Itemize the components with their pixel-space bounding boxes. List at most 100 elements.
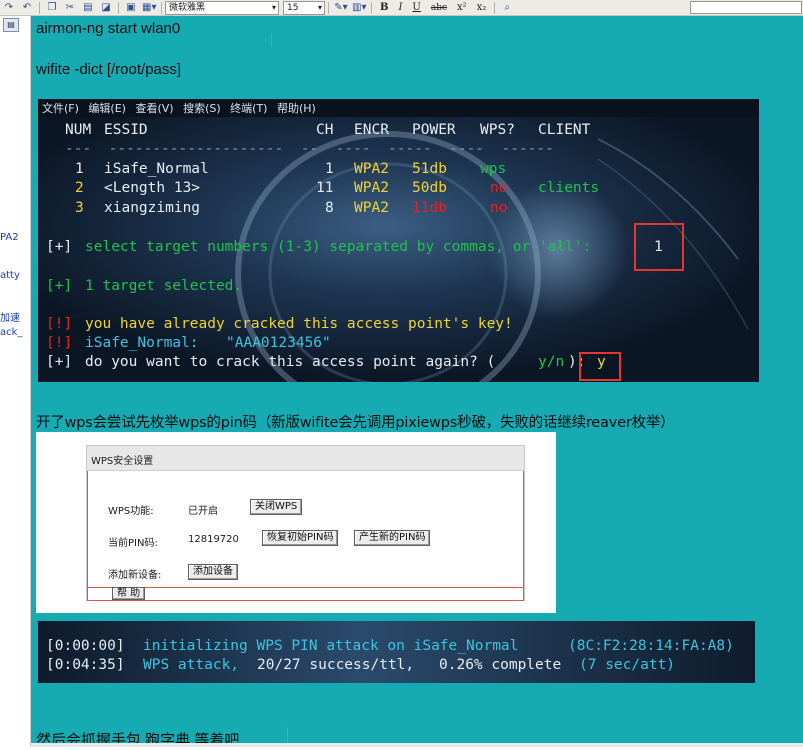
col-essid-header: ESSID	[104, 122, 148, 138]
menu-view[interactable]: 查看(V)	[135, 102, 173, 115]
plus-marker: [+]	[46, 278, 73, 294]
col-power-header: POWER	[412, 122, 456, 138]
row-wps: no	[490, 200, 508, 216]
highlight-icon[interactable]: ▥▾	[352, 2, 366, 14]
toolbar-separator	[39, 1, 40, 14]
wps-panel-title: WPS安全设置	[91, 456, 154, 467]
cut-icon[interactable]: ✂	[63, 2, 77, 14]
bang-marker: [!]	[46, 335, 73, 351]
chevron-down-icon: ▾	[271, 2, 276, 12]
chevron-down-icon: ▾	[317, 2, 322, 12]
row-ch: 8	[325, 200, 334, 216]
attack-time: [0:04:35]	[46, 657, 125, 673]
font-size-value: 15	[287, 2, 299, 13]
col-client-header: CLIENT	[538, 122, 591, 138]
attack-stats: 20/27 success/ttl,	[257, 657, 415, 673]
font-family-select[interactable]: 微软雅黑 ▾	[165, 0, 279, 15]
italic-button[interactable]: I	[398, 2, 402, 14]
row-essid: xiangziming	[104, 200, 201, 216]
text-cursor	[271, 33, 272, 47]
row-num: 1	[75, 161, 84, 177]
command-line: airmon-ng start wlan0	[36, 20, 181, 37]
sidebar-item[interactable]: atty	[0, 270, 20, 281]
row-wps: wps	[480, 161, 507, 177]
toolbar-separator	[118, 1, 119, 14]
add-device-button[interactable]: 添加设备	[188, 564, 238, 580]
table-divider: --- -------------------- -- ---- ----- -…	[65, 141, 554, 157]
row-essid: iSafe_Normal	[104, 161, 209, 177]
row-num: 3	[75, 200, 84, 216]
font-family-value: 微软雅黑	[169, 2, 206, 13]
strikethrough-button[interactable]: abc	[431, 2, 447, 14]
caption-text: 开了wps会尝试先枚举wps的pin码（新版wifite会先调用pixiewps…	[36, 415, 675, 431]
menu-terminal[interactable]: 终端(T)	[230, 102, 267, 115]
terminal-menubar: 文件(F) 编辑(E) 查看(V) 搜索(S) 终端(T) 帮助(H)	[38, 100, 318, 116]
undo-icon[interactable]: ↶	[20, 2, 34, 14]
wps-panel: WPS安全设置 WPS功能: 已开启 关闭WPS 当前PIN码: 1281972…	[86, 445, 525, 601]
horizontal-scrollbar[interactable]	[31, 743, 803, 747]
toolbar-search-input[interactable]	[690, 1, 802, 14]
col-num-header: NUM	[65, 122, 92, 138]
terminal-screenshot: 文件(F) 编辑(E) 查看(V) 搜索(S) 终端(T) 帮助(H) NUM …	[38, 99, 759, 382]
wps-panel-header: WPS安全设置	[87, 446, 524, 471]
text-color-icon[interactable]: ✎▾	[334, 2, 348, 14]
row-client: clients	[538, 180, 600, 196]
disable-wps-button[interactable]: 关闭WPS	[250, 499, 303, 515]
underline-button[interactable]: U	[412, 2, 420, 14]
menu-edit[interactable]: 编辑(E)	[88, 102, 126, 115]
sidebar-item[interactable]: PA2	[0, 232, 19, 243]
help-button[interactable]: 帮 助	[112, 587, 146, 600]
search-icon[interactable]: ⌕	[500, 2, 514, 14]
toolbar-separator	[161, 1, 162, 14]
pin-label: 当前PIN码:	[108, 538, 158, 549]
col-encr-header: ENCR	[354, 122, 389, 138]
eraser-icon[interactable]: ◪	[99, 2, 113, 14]
redo-icon[interactable]: ↷	[2, 2, 16, 14]
row-ch: 11	[316, 180, 334, 196]
bold-button[interactable]: B	[380, 2, 388, 14]
row-num: 2	[75, 180, 84, 196]
row-encr: WPA2	[354, 161, 389, 177]
superscript-button[interactable]: x²	[457, 2, 467, 14]
subscript-button[interactable]: x₂	[477, 2, 487, 14]
plus-marker: [+]	[46, 354, 73, 370]
sidebar-item[interactable]: ack_	[0, 327, 22, 338]
paste-icon[interactable]: ▤	[81, 2, 95, 14]
wps-function-label: WPS功能:	[108, 506, 154, 517]
text-cursor	[287, 727, 288, 743]
menu-file[interactable]: 文件(F)	[42, 102, 79, 115]
wps-function-value: 已开启	[188, 506, 218, 517]
col-wps-header: WPS?	[480, 122, 515, 138]
row-ch: 1	[325, 161, 334, 177]
attack-percent: 0.26% complete	[439, 657, 562, 673]
copy-icon[interactable]: ❐	[45, 2, 59, 14]
row-encr: WPA2	[354, 200, 389, 216]
already-cracked-message: you have already cracked this access poi…	[85, 316, 513, 332]
row-encr: WPA2	[354, 180, 389, 196]
toolbar-separator	[371, 1, 372, 14]
restore-pin-button[interactable]: 恢复初始PIN码	[262, 530, 339, 546]
attack-target-mac: (8C:F2:28:14:FA:A8)	[568, 638, 734, 654]
attack-init-text: initializing WPS PIN attack on iSafe_Nor…	[143, 638, 519, 654]
attack-rate: (7 sec/att)	[579, 657, 676, 673]
menu-search[interactable]: 搜索(S)	[183, 102, 221, 115]
attack-label: WPS attack,	[143, 657, 240, 673]
terminal-screenshot-attack: [0:00:00] initializing WPS PIN attack on…	[38, 621, 755, 683]
toolbar-separator	[328, 1, 329, 14]
generate-pin-button[interactable]: 产生新的PIN码	[354, 530, 431, 546]
command-line: wifite -dict [/root/pass]	[36, 61, 182, 78]
wps-settings-screenshot: WPS安全设置 WPS功能: 已开启 关闭WPS 当前PIN码: 1281972…	[36, 432, 556, 613]
font-size-select[interactable]: 15 ▾	[283, 0, 325, 15]
sidebar-item[interactable]: 加速	[0, 309, 20, 324]
row-wps: no	[490, 180, 508, 196]
select-prompt: select target numbers (1-3) separated by…	[85, 239, 592, 255]
document-icon[interactable]: ▤	[3, 18, 19, 32]
menu-help[interactable]: 帮助(H)	[277, 102, 316, 115]
bang-marker: [!]	[46, 316, 73, 332]
table-icon[interactable]: ▦▾	[142, 2, 156, 14]
attack-time: [0:00:00]	[46, 638, 125, 654]
pin-value: 12819720	[188, 534, 239, 545]
insert-image-icon[interactable]: ▣	[124, 2, 138, 14]
row-essid: <Length 13>	[104, 180, 201, 196]
again-options: y/n	[538, 354, 565, 370]
